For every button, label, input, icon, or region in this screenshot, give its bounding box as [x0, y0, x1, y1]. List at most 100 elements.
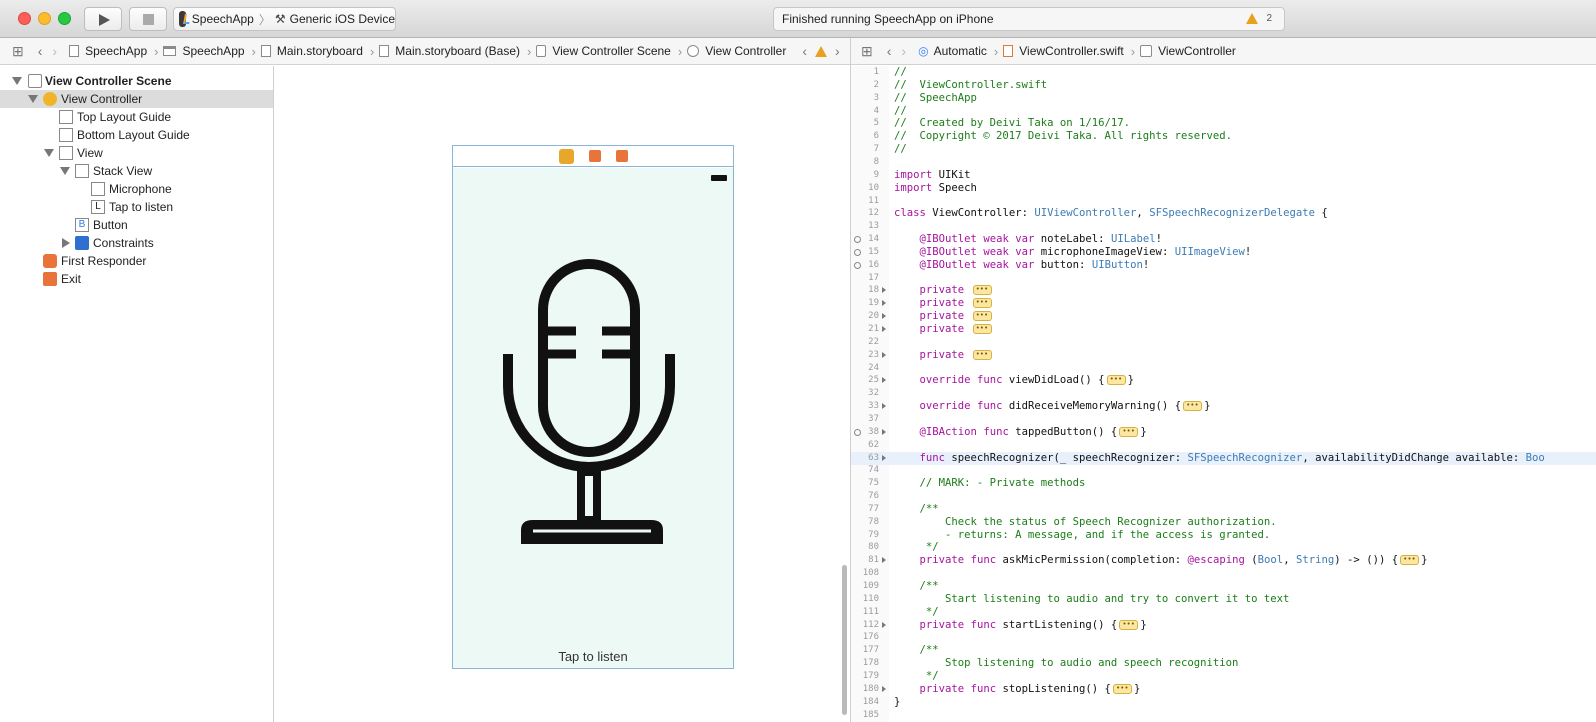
- outline-item-bottom-layout-guide[interactable]: Bottom Layout Guide: [0, 126, 273, 144]
- outline-item-scene[interactable]: View Controller Scene: [0, 72, 273, 90]
- outline-item-view[interactable]: View: [0, 144, 273, 162]
- fold-disclosure-icon[interactable]: [882, 403, 886, 410]
- code-line[interactable]: 176: [851, 631, 1596, 644]
- microphone-image[interactable]: [453, 168, 733, 648]
- forward-arrow-icon[interactable]: ›: [901, 43, 906, 59]
- fold-disclosure-icon[interactable]: [882, 351, 886, 358]
- code-line[interactable]: 10 import Speech: [851, 182, 1596, 195]
- code-line[interactable]: 6 // Copyright © 2017 Deivi Taka. All rig…: [851, 130, 1596, 143]
- fold-disclosure-icon[interactable]: [882, 621, 886, 628]
- fold-disclosure-icon[interactable]: [882, 557, 886, 564]
- disclosure-down-icon[interactable]: [44, 149, 54, 157]
- breadcrumb-view-controller[interactable]: View Controller: [687, 44, 786, 58]
- code-line[interactable]: 32: [851, 387, 1596, 400]
- warning-icon[interactable]: [1246, 13, 1258, 24]
- stop-button[interactable]: [129, 7, 167, 31]
- code-line[interactable]: 15 @IBOutlet weak var microphoneImageVie…: [851, 246, 1596, 259]
- disclosure-down-icon[interactable]: [60, 167, 70, 175]
- outline-item-exit[interactable]: Exit: [0, 270, 273, 288]
- code-line[interactable]: 77 /**: [851, 503, 1596, 516]
- breadcrumb-storyboard[interactable]: Main.storyboard: [260, 44, 363, 58]
- code-line[interactable]: 1 //: [851, 66, 1596, 79]
- code-line[interactable]: 5 // Created by Deivi Taka on 1/16/17.: [851, 117, 1596, 130]
- folded-code-ellipsis[interactable]: [1119, 618, 1139, 631]
- fold-disclosure-icon[interactable]: [882, 326, 886, 332]
- outline-item-tap-to-listen[interactable]: L Tap to listen: [0, 198, 273, 216]
- first-responder-icon[interactable]: [589, 150, 601, 162]
- code-line[interactable]: 20 private: [851, 309, 1596, 323]
- issue-back-icon[interactable]: ‹: [802, 43, 807, 59]
- breadcrumb-swift-file[interactable]: ViewController.swift: [1003, 44, 1124, 58]
- back-arrow-icon[interactable]: ‹: [38, 43, 43, 59]
- code-line[interactable]: 33 override func didReceiveMemoryWarning…: [851, 399, 1596, 413]
- code-line[interactable]: 75 // MARK: - Private methods: [851, 477, 1596, 490]
- code-line[interactable]: 37: [851, 413, 1596, 426]
- disclosure-down-icon[interactable]: [28, 95, 38, 103]
- scheme-app-name[interactable]: SpeechApp: [192, 12, 254, 26]
- code-line[interactable]: 180 private func stopListening() {}: [851, 682, 1596, 696]
- folded-code-ellipsis[interactable]: [972, 309, 992, 322]
- folded-code-ellipsis[interactable]: [1183, 399, 1203, 412]
- grid-icon[interactable]: ⊞: [12, 43, 24, 60]
- folded-code-ellipsis[interactable]: [972, 322, 992, 335]
- outline-item-stack-view[interactable]: Stack View: [0, 162, 273, 180]
- code-line[interactable]: 4 //: [851, 105, 1596, 118]
- code-line[interactable]: 112 private func startListening() {}: [851, 618, 1596, 632]
- canvas-scrollbar[interactable]: [842, 565, 847, 715]
- outlet-connection-icon[interactable]: [854, 236, 861, 244]
- disclosure-right-icon[interactable]: [62, 238, 70, 248]
- outline-item-view-controller[interactable]: View Controller: [0, 90, 273, 108]
- tap-to-listen-label[interactable]: Tap to listen: [453, 649, 733, 664]
- code-line[interactable]: 9 import UIKit: [851, 169, 1596, 182]
- warning-icon[interactable]: [815, 45, 828, 57]
- folded-code-ellipsis[interactable]: [1119, 425, 1139, 438]
- code-line[interactable]: 110 Start listening to audio and try to …: [851, 593, 1596, 606]
- code-line[interactable]: 14 @IBOutlet weak var noteLabel: UILabel…: [851, 233, 1596, 246]
- code-line[interactable]: 3 // SpeechApp: [851, 92, 1596, 105]
- exit-icon[interactable]: [616, 150, 628, 162]
- outline-item-top-layout-guide[interactable]: Top Layout Guide: [0, 108, 273, 126]
- outlet-connection-icon[interactable]: [854, 261, 861, 269]
- minimize-window-button[interactable]: [38, 12, 51, 25]
- view-controller-icon[interactable]: [559, 149, 574, 164]
- code-line[interactable]: 11: [851, 195, 1596, 208]
- folded-code-ellipsis[interactable]: [1112, 682, 1132, 695]
- code-line[interactable]: 23 private: [851, 348, 1596, 362]
- code-line[interactable]: 17: [851, 272, 1596, 285]
- code-line[interactable]: 79 - returns: A message, and if the acce…: [851, 529, 1596, 542]
- outlet-connection-icon[interactable]: [854, 248, 861, 256]
- code-line[interactable]: 24: [851, 362, 1596, 375]
- code-line[interactable]: 18 private: [851, 283, 1596, 297]
- scene-view[interactable]: Tap to listen: [453, 168, 733, 668]
- back-arrow-icon[interactable]: ‹: [887, 43, 892, 59]
- outlet-connection-icon[interactable]: [854, 428, 861, 436]
- folded-code-ellipsis[interactable]: [972, 283, 992, 296]
- folded-code-ellipsis[interactable]: [1400, 553, 1420, 566]
- code-line[interactable]: 81 private func askMicPermission(complet…: [851, 553, 1596, 567]
- outline-item-constraints[interactable]: Constraints: [0, 234, 273, 252]
- code-line[interactable]: 111 */: [851, 606, 1596, 619]
- code-line[interactable]: 62: [851, 439, 1596, 452]
- close-window-button[interactable]: [18, 12, 31, 25]
- code-line[interactable]: 76: [851, 490, 1596, 503]
- code-line[interactable]: 80 */: [851, 541, 1596, 554]
- code-line[interactable]: 109 /**: [851, 580, 1596, 593]
- code-line[interactable]: 21 private: [851, 322, 1596, 336]
- folded-code-ellipsis[interactable]: [1106, 373, 1126, 386]
- outline-item-microphone[interactable]: Microphone: [0, 180, 273, 198]
- breadcrumb-automatic[interactable]: ◎ Automatic: [918, 44, 987, 58]
- fold-disclosure-icon[interactable]: [882, 685, 886, 692]
- zoom-window-button[interactable]: [58, 12, 71, 25]
- code-line[interactable]: 78 Check the status of Speech Recognizer…: [851, 516, 1596, 529]
- breadcrumb-project[interactable]: SpeechApp: [69, 44, 147, 58]
- fold-disclosure-icon[interactable]: [882, 454, 886, 461]
- code-line[interactable]: 16 @IBOutlet weak var button: UIButton!: [851, 259, 1596, 272]
- scheme-selector[interactable]: SpeechApp 〉 ⚒ Generic iOS Device: [173, 7, 396, 31]
- scheme-device-name[interactable]: Generic iOS Device: [290, 12, 395, 26]
- outline-item-button[interactable]: B Button: [0, 216, 273, 234]
- warning-count[interactable]: 2: [1266, 13, 1272, 24]
- code-line[interactable]: 22: [851, 336, 1596, 349]
- forward-arrow-icon[interactable]: ›: [52, 43, 57, 59]
- folded-code-ellipsis[interactable]: [972, 296, 992, 309]
- code-editor[interactable]: 1 // 2 // ViewController.swift 3 // SpeechApp…: [851, 66, 1596, 722]
